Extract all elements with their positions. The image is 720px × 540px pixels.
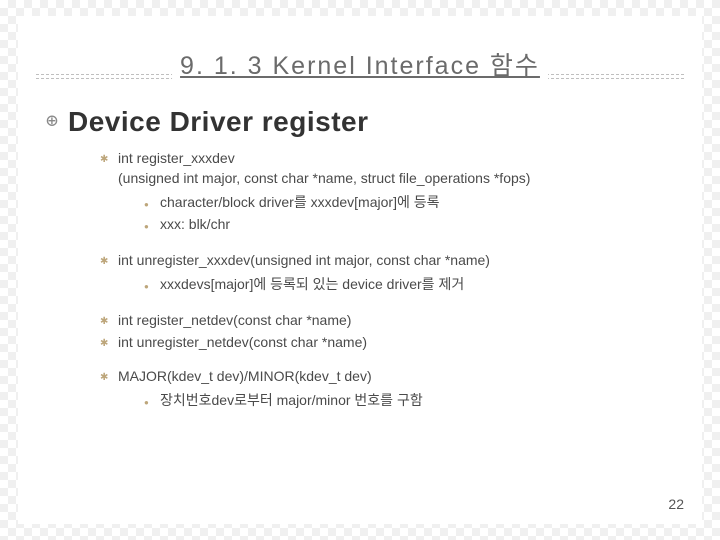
list-item-line: int unregister_xxxdev(unsigned int major… [118,252,490,268]
sub-list-item: xxxdevs[major]에 등록되 있는 device driver를 제거 [144,274,662,296]
list-item: MAJOR(kdev_t dev)/MINOR(kdev_t dev) 장치번호… [100,366,662,426]
list-item-line: (unsigned int major, const char *name, s… [118,170,530,186]
sub-list-item: character/block driver를 xxxdev[major]에 등… [144,192,662,214]
plus-icon: ⊕ [46,106,68,140]
sub-list-item: xxx: blk/chr [144,214,662,236]
list-item: int register_netdev(const char *name) [100,310,662,332]
list-item-line: int unregister_netdev(const char *name) [118,334,367,350]
list-item-line: int register_netdev(const char *name) [118,312,351,328]
list-item: int register_xxxdev (unsigned int major,… [100,148,662,250]
heading-row: 9. 1. 3 Kernel Interface 함수 [18,16,702,96]
sub-list: character/block driver를 xxxdev[major]에 등… [118,192,662,236]
list-item: int unregister_netdev(const char *name) [100,332,662,366]
slide-heading: 9. 1. 3 Kernel Interface 함수 [172,46,548,82]
list-item-line: MAJOR(kdev_t dev)/MINOR(kdev_t dev) [118,368,372,384]
sub-list-item: 장치번호dev로부터 major/minor 번호를 구함 [144,390,662,412]
slide-subheading: Device Driver register [68,106,369,138]
subheading-row: ⊕ Device Driver register [18,96,702,142]
sub-list: 장치번호dev로부터 major/minor 번호를 구함 [118,390,662,412]
sub-list: xxxdevs[major]에 등록되 있는 device driver를 제거 [118,274,662,296]
list-item-line: int register_xxxdev [118,150,235,166]
slide: 9. 1. 3 Kernel Interface 함수 ⊕ Device Dri… [18,16,702,524]
content-list: int register_xxxdev (unsigned int major,… [18,148,702,426]
list-item: int unregister_xxxdev(unsigned int major… [100,250,662,310]
page-number: 22 [668,496,684,512]
